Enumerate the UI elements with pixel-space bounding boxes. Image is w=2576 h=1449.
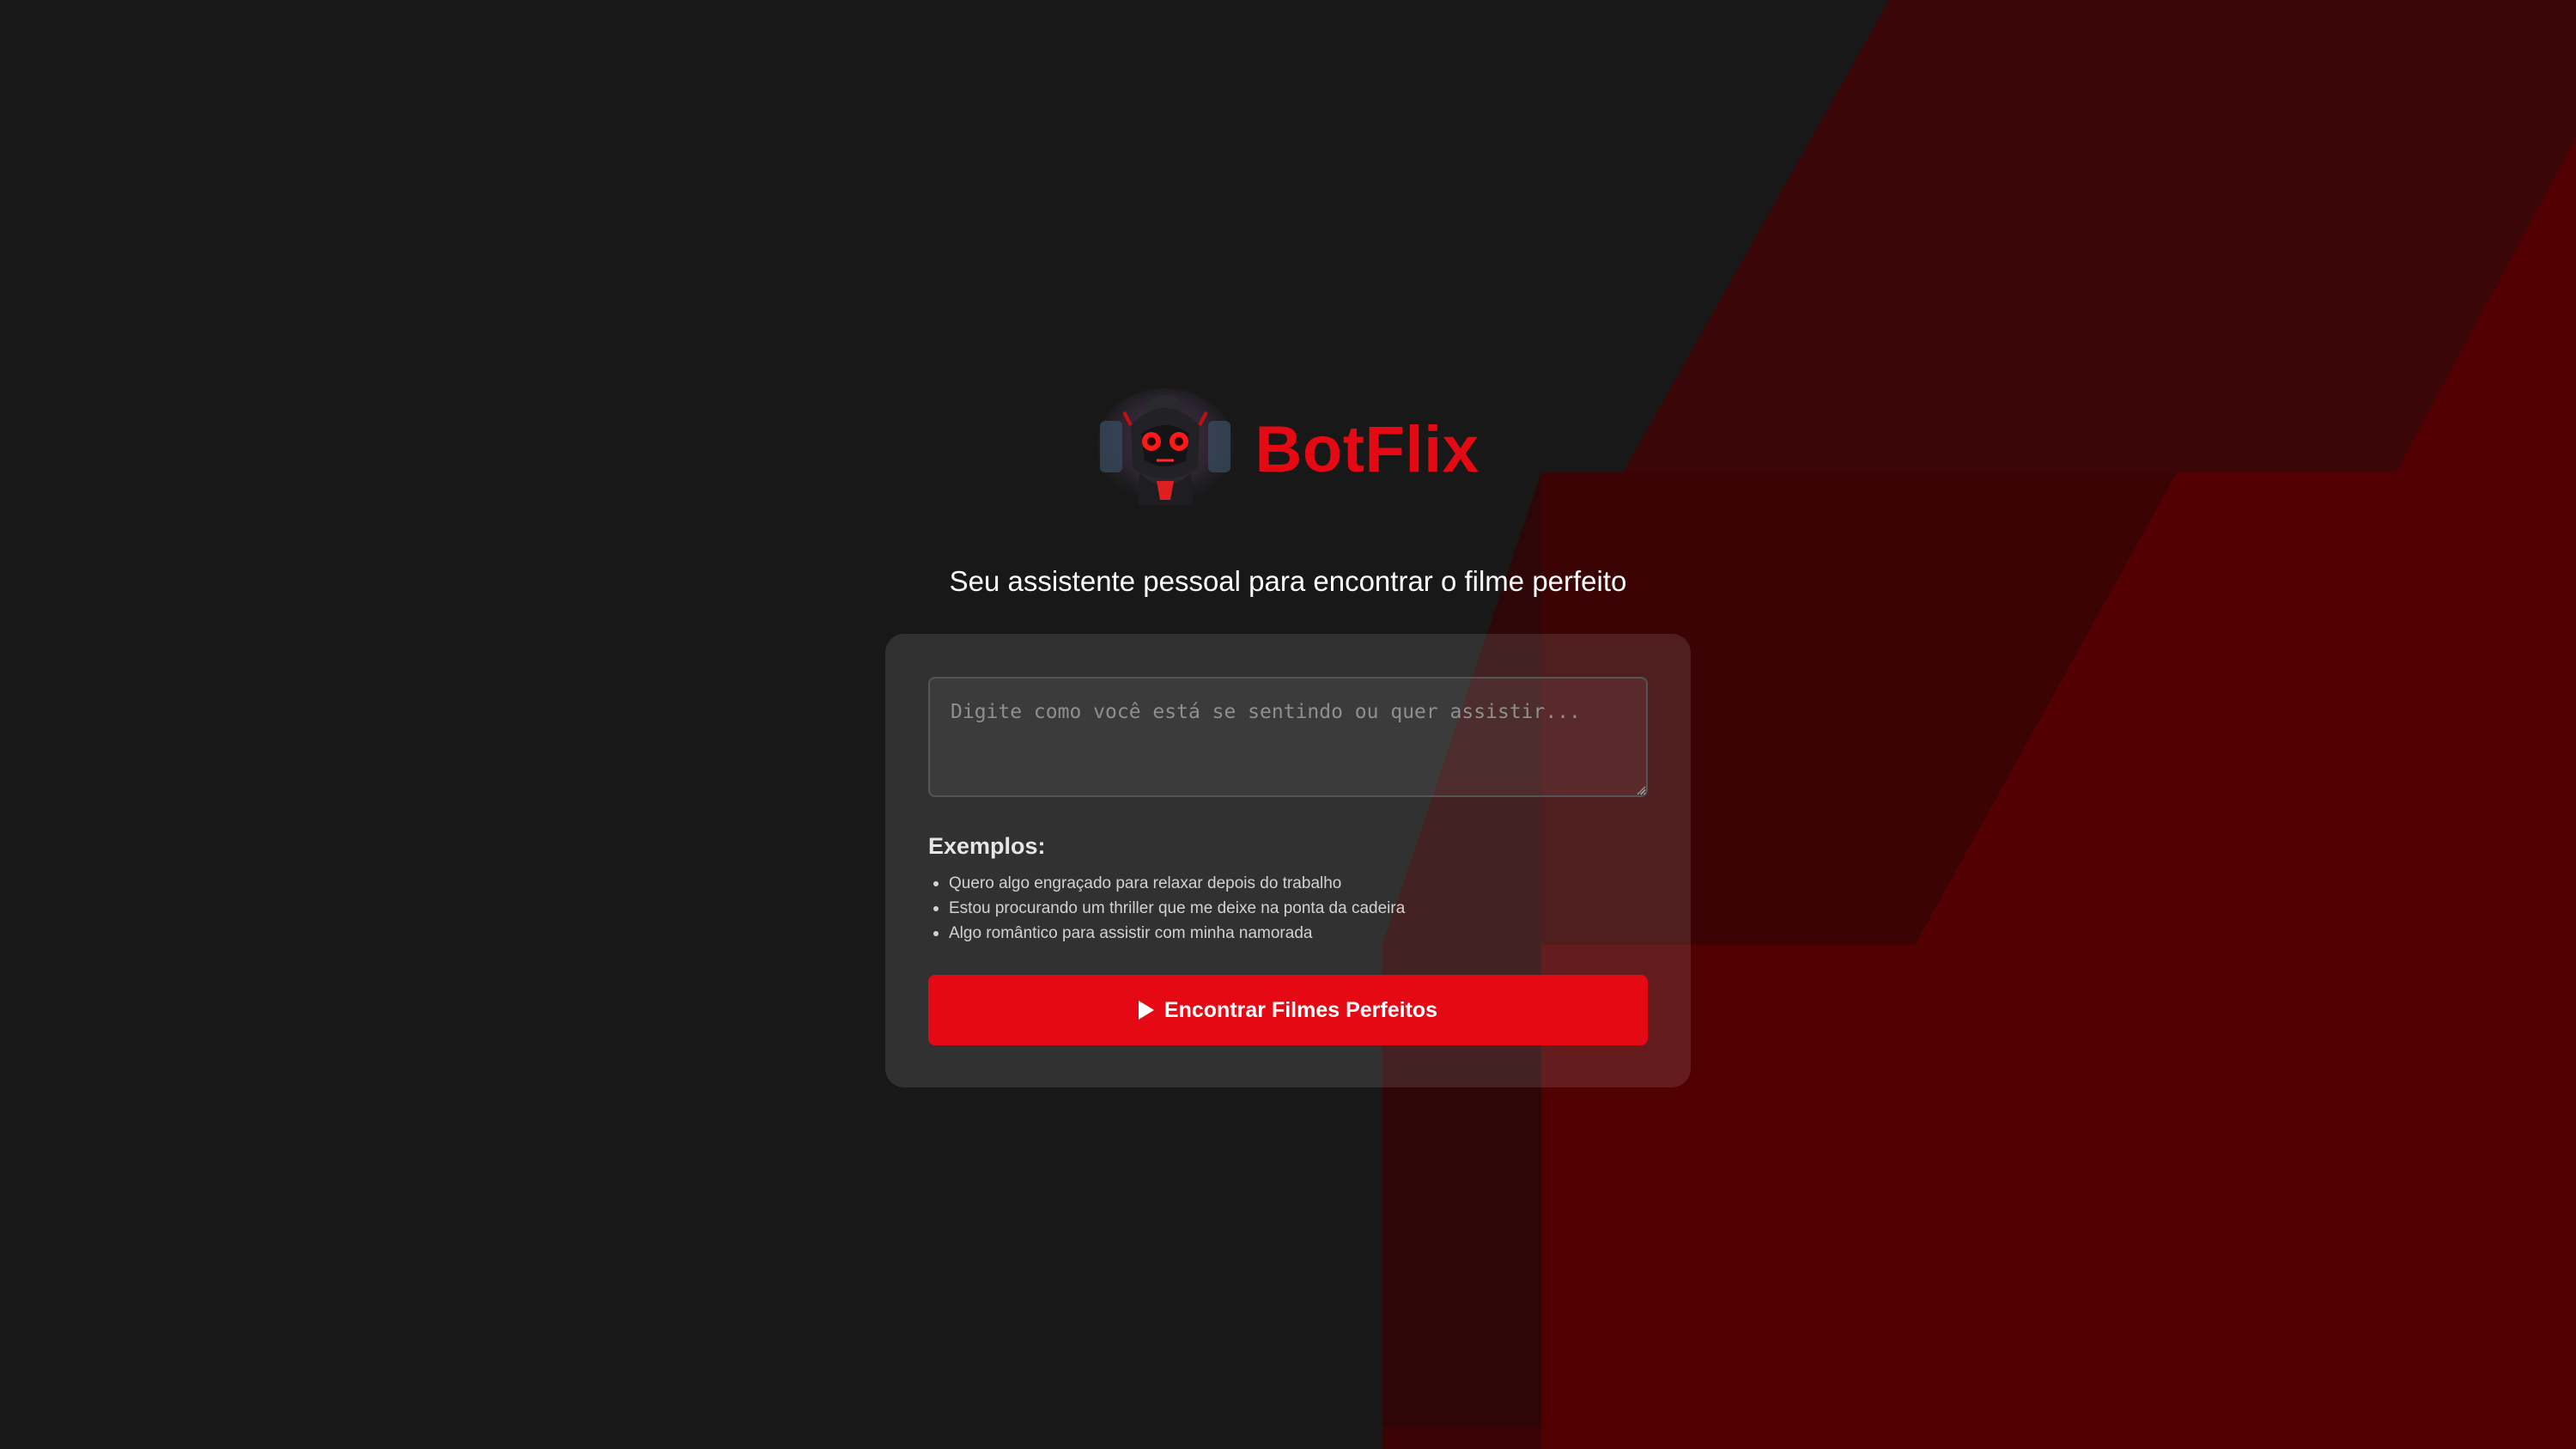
- examples-title: Exemplos:: [928, 833, 1046, 859]
- play-icon: [1138, 1001, 1154, 1020]
- header: BotFlix: [0, 387, 2576, 507]
- tagline: Seu assistente pessoal para encontrar o …: [949, 565, 1627, 597]
- example-item: Quero algo engraçado para relaxar depois…: [928, 871, 1405, 896]
- find-movies-button[interactable]: Encontrar Filmes Perfeitos: [928, 975, 1648, 1045]
- example-text: Estou procurando um thriller que me deix…: [949, 899, 1406, 917]
- brand-name: BotFlix: [1255, 413, 1479, 486]
- mood-input[interactable]: [928, 677, 1648, 797]
- examples-list: Quero algo engraçado para relaxar depois…: [928, 871, 1405, 946]
- page: BotFlix Seu assistente pessoal para enco…: [0, 0, 2576, 1449]
- bullet-icon: [933, 930, 939, 936]
- example-text: Quero algo engraçado para relaxar depois…: [949, 874, 1342, 892]
- robot-avatar-icon: [1097, 387, 1235, 507]
- search-card: Exemplos: Quero algo engraçado para rela…: [885, 634, 1691, 1087]
- resize-handle-icon[interactable]: [1636, 785, 1646, 795]
- bullet-icon: [933, 880, 939, 886]
- example-text: Algo romântico para assistir com minha n…: [949, 924, 1313, 942]
- example-item: Estou procurando um thriller que me deix…: [928, 896, 1405, 921]
- logo[interactable]: BotFlix: [1097, 387, 1479, 507]
- bullet-icon: [933, 905, 939, 911]
- example-item: Algo romântico para assistir com minha n…: [928, 921, 1405, 946]
- find-movies-label: Encontrar Filmes Perfeitos: [1163, 997, 1438, 1022]
